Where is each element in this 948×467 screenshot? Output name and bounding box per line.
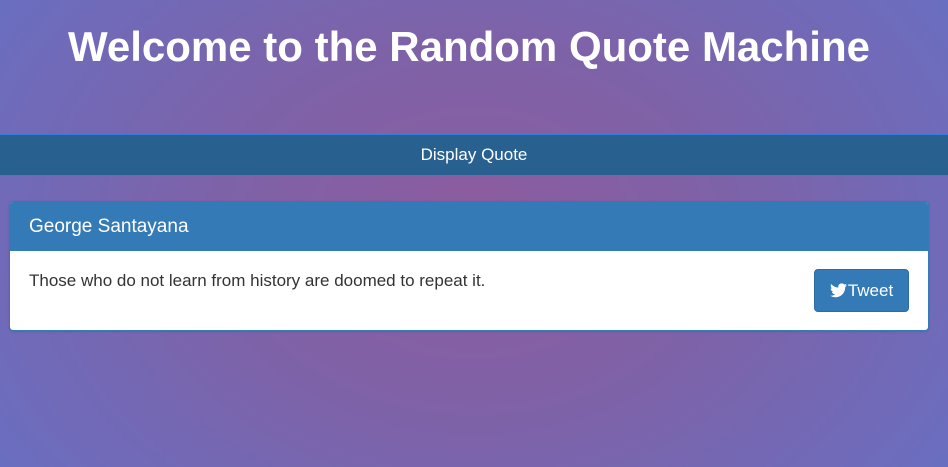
page-title: Welcome to the Random Quote Machine: [68, 23, 870, 70]
tweet-button[interactable]: Tweet: [814, 269, 909, 312]
display-quote-label: Display Quote: [420, 145, 528, 164]
quote-panel: George Santayana Those who do not learn …: [9, 201, 929, 331]
tweet-label: Tweet: [847, 280, 894, 300]
quote-text: Those who do not learn from history are …: [29, 271, 486, 290]
quote-panel-body: Those who do not learn from history are …: [10, 251, 928, 330]
twitter-bird-icon: [829, 283, 847, 298]
display-quote-button[interactable]: Display Quote: [0, 134, 948, 176]
quote-author: George Santayana: [10, 202, 928, 251]
